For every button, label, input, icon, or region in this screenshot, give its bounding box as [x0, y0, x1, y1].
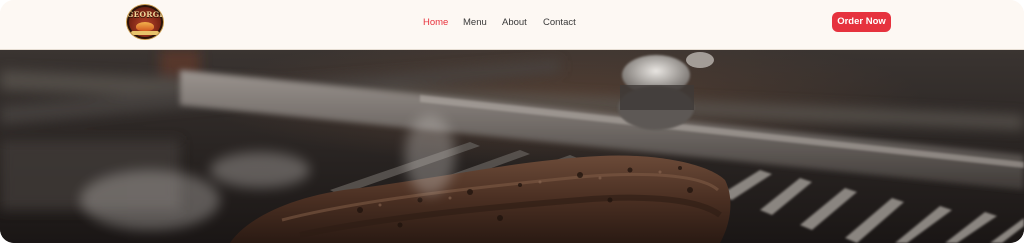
grilled-steak-illustration — [0, 50, 1024, 243]
hero-image — [0, 50, 1024, 243]
logo-wordmark: GEORGE'S — [127, 10, 163, 19]
nav-home-link[interactable]: Home — [423, 17, 448, 28]
order-now-button[interactable]: Order Now — [832, 12, 891, 32]
nav-about-link[interactable]: About — [502, 17, 527, 28]
site-header: GEORGE'S Home Menu About Contact Order N… — [0, 0, 1024, 50]
nav-menu-link[interactable]: Menu — [463, 17, 487, 28]
page-frame: GEORGE'S Home Menu About Contact Order N… — [0, 0, 1024, 243]
brand-logo[interactable]: GEORGE'S — [127, 5, 163, 39]
logo-ribbon — [131, 31, 159, 35]
nav-contact-link[interactable]: Contact — [543, 17, 576, 28]
flame-icon — [136, 22, 154, 31]
